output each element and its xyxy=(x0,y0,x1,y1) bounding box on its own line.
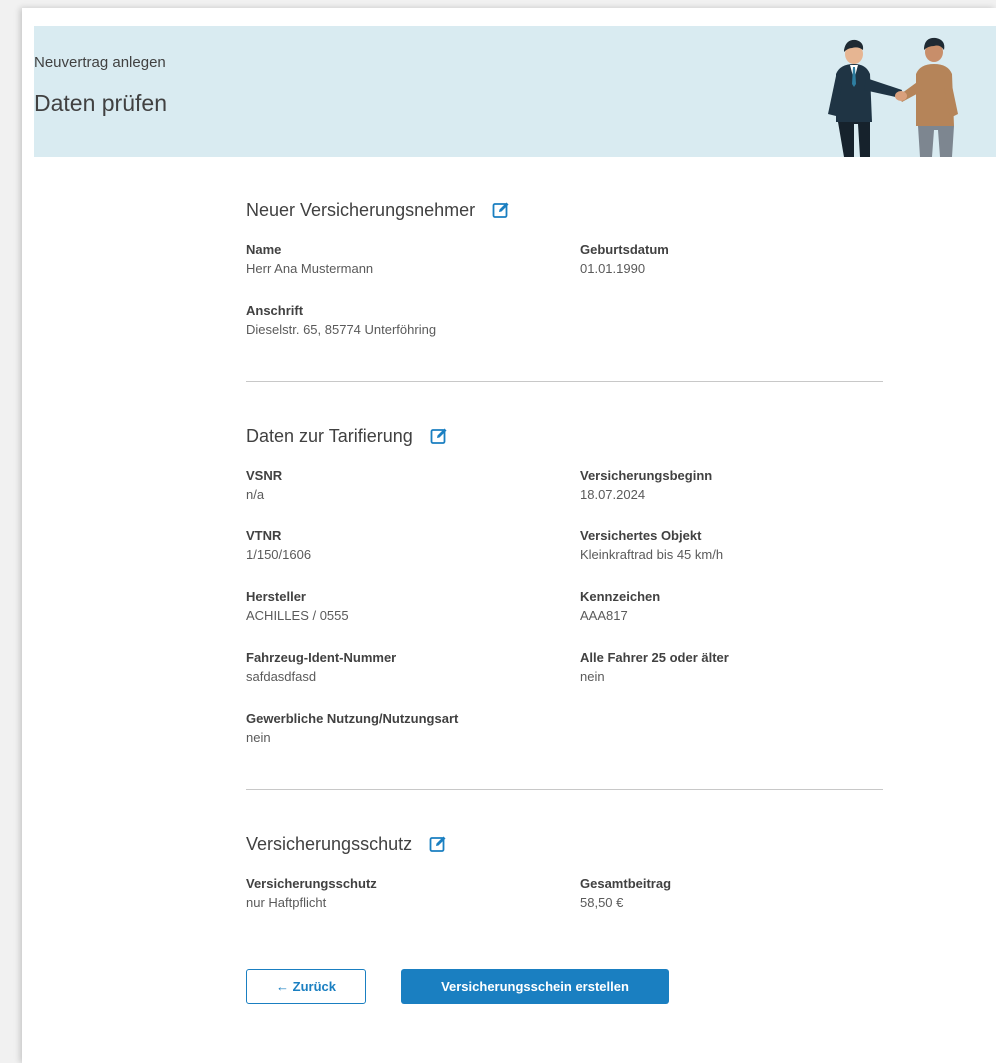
field-label: Kennzeichen xyxy=(580,589,661,604)
section-coverage-heading: Versicherungsschutz xyxy=(246,834,447,855)
edit-icon[interactable] xyxy=(430,427,448,445)
field-value: AAA817 xyxy=(580,608,628,623)
field-vin: Fahrzeug-Ident-Nummer safdasdfasd xyxy=(246,648,396,686)
field-value: 1/150/1606 xyxy=(246,547,312,562)
section-coverage-title: Versicherungsschutz xyxy=(246,834,413,854)
field-label: Fahrzeug-Ident-Nummer xyxy=(246,650,397,665)
page-subtitle: Neuvertrag anlegen xyxy=(34,54,166,71)
field-label: Geburtsdatum xyxy=(580,242,669,257)
section-tariff-heading: Daten zur Tarifierung xyxy=(246,426,448,447)
page-title: Daten prüfen xyxy=(34,90,167,116)
field-start-date: Versicherungsbeginn 18.07.2024 xyxy=(580,466,712,504)
field-address: Anschrift Dieselstr. 65, 85774 Unterföhr… xyxy=(246,301,436,339)
field-name: Name Herr Ana Mustermann xyxy=(246,240,373,278)
section-divider xyxy=(246,789,883,790)
field-label: Gesamtbeitrag xyxy=(580,876,672,891)
main-panel: Neuvertrag anlegen Daten prüfen Neuer Ve… xyxy=(22,8,996,1063)
field-label: VTNR xyxy=(246,528,282,543)
customer-figure xyxy=(898,37,958,157)
businessman-figure xyxy=(828,39,902,157)
edit-icon[interactable] xyxy=(492,201,510,219)
field-value: 58,50 € xyxy=(580,895,624,910)
field-value: nein xyxy=(580,669,605,684)
field-label: VSNR xyxy=(246,468,283,483)
field-birthdate: Geburtsdatum 01.01.1990 xyxy=(580,240,669,278)
field-value: safdasdfasd xyxy=(246,669,317,684)
field-value: Dieselstr. 65, 85774 Unterföhring xyxy=(246,322,437,337)
field-vsnr: VSNR n/a xyxy=(246,466,282,504)
field-label: Versicherungsbeginn xyxy=(580,468,713,483)
field-label: Anschrift xyxy=(246,303,304,318)
field-value: 18.07.2024 xyxy=(580,487,646,502)
page-header: Neuvertrag anlegen Daten prüfen xyxy=(34,26,996,157)
field-vtnr: VTNR 1/150/1606 xyxy=(246,526,311,564)
section-tariff-title: Daten zur Tarifierung xyxy=(246,426,413,446)
field-commercial-use: Gewerbliche Nutzung/Nutzungsart nein xyxy=(246,709,458,747)
field-label: Versichertes Objekt xyxy=(580,528,702,543)
field-total-premium: Gesamtbeitrag 58,50 € xyxy=(580,874,671,912)
field-label: Name xyxy=(246,242,282,257)
field-label: Gewerbliche Nutzung/Nutzungsart xyxy=(246,711,459,726)
field-license-plate: Kennzeichen AAA817 xyxy=(580,587,660,625)
field-value: ACHILLES / 0555 xyxy=(246,608,349,623)
field-label: Hersteller xyxy=(246,589,306,604)
create-policy-button[interactable]: Versicherungsschein erstellen xyxy=(401,969,669,1004)
field-value: nein xyxy=(246,730,271,745)
field-coverage: Versicherungsschutz nur Haftpflicht xyxy=(246,874,377,912)
field-manufacturer: Hersteller ACHILLES / 0555 xyxy=(246,587,349,625)
field-value: Herr Ana Mustermann xyxy=(246,261,374,276)
field-value: Kleinkraftrad bis 45 km/h xyxy=(580,547,724,562)
back-button[interactable]: ← Zurück xyxy=(246,969,366,1004)
field-value: n/a xyxy=(246,487,265,502)
field-drivers-age: Alle Fahrer 25 oder älter nein xyxy=(580,648,729,686)
handshake-illustration xyxy=(828,37,958,157)
edit-icon[interactable] xyxy=(429,835,447,853)
field-label: Versicherungsschutz xyxy=(246,876,377,891)
section-divider xyxy=(246,381,883,382)
field-insured-object: Versichertes Objekt Kleinkraftrad bis 45… xyxy=(580,526,723,564)
field-value: 01.01.1990 xyxy=(580,261,646,276)
section-policyholder-title: Neuer Versicherungsnehmer xyxy=(246,200,476,220)
field-value: nur Haftpflicht xyxy=(246,895,327,910)
section-policyholder-heading: Neuer Versicherungsnehmer xyxy=(246,200,510,221)
field-label: Alle Fahrer 25 oder älter xyxy=(580,650,729,665)
